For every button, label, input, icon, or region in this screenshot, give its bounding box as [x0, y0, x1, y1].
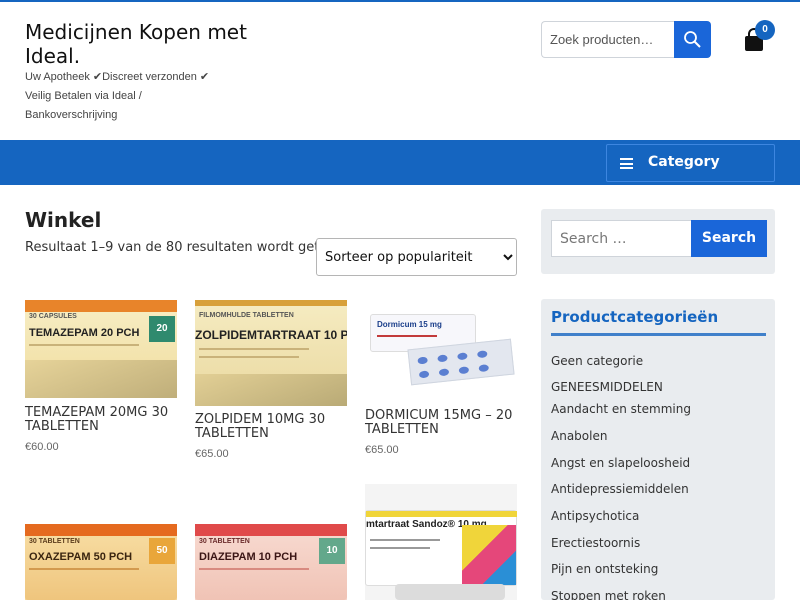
product-title[interactable]: DORMICUM 15MG – 20 TABLETTEN	[365, 409, 515, 437]
product-categories-title: Productcategorieën	[551, 308, 719, 326]
category-link[interactable]: Stoppen met roken	[551, 589, 666, 600]
product-image[interactable]: mtartraat Sandoz® 10 mg	[365, 484, 517, 600]
hamburger-icon	[620, 158, 633, 169]
title-underline	[551, 333, 766, 336]
cart-count-badge: 0	[755, 20, 775, 40]
medicine-box-image: 30 CAPSULES TEMAZEPAM 20 PCH 20	[25, 300, 177, 398]
medicine-box-image: 30 TABLETTEN DIAZEPAM 10 PCH 10	[195, 524, 347, 600]
category-link[interactable]: Anabolen	[551, 429, 607, 443]
box-brand-text: Dormicum 15 mg	[377, 320, 442, 329]
result-count: Resultaat 1–9 van de 80 resultaten wordt…	[25, 240, 352, 255]
box-brand-text: ZOLPIDEMTARTRAAT 10 PCH	[195, 328, 347, 342]
category-link[interactable]: Antidepressiemiddelen	[551, 482, 689, 496]
product-title[interactable]: ZOLPIDEM 10MG 30 TABLETTEN	[195, 413, 345, 441]
orderby-select[interactable]: Sorteer op populariteit	[316, 238, 517, 276]
page-title: Winkel	[25, 208, 102, 232]
sidebar-search-widget: Search	[541, 209, 775, 274]
box-header-text: 30 TABLETTEN	[199, 538, 250, 545]
product-title[interactable]: TEMAZEPAM 20MG 30 TABLETTEN	[25, 406, 195, 434]
product-search-button[interactable]	[674, 21, 711, 58]
box-header-text: FILMOMHULDE TABLETTEN	[199, 312, 294, 319]
box-header-text: 30 CAPSULES	[29, 313, 77, 320]
box-brand-text: OXAZEPAM 50 PCH	[29, 551, 133, 563]
product-image[interactable]: Dormicum 15 mg	[365, 300, 517, 400]
category-link[interactable]: GENEESMIDDELEN	[551, 380, 663, 394]
category-link[interactable]: Antipsychotica	[551, 509, 639, 523]
product-search-input[interactable]	[541, 21, 675, 58]
box-header-text: 30 TABLETTEN	[29, 538, 80, 545]
box-brand-text: DIAZEPAM 10 PCH	[199, 551, 298, 563]
category-link[interactable]: Angst en slapeloosheid	[551, 456, 690, 470]
site-header: Medicijnen Kopen met Ideal. Uw Apotheek …	[0, 2, 800, 140]
search-icon	[684, 31, 701, 48]
medicine-box-image: FILMOMHULDE TABLETTEN ZOLPIDEMTARTRAAT 1…	[195, 300, 347, 406]
product-image[interactable]: 30 TABLETTEN DIAZEPAM 10 PCH 10	[195, 524, 347, 600]
medicine-box-image: 30 TABLETTEN OXAZEPAM 50 PCH 50	[25, 524, 177, 600]
category-menu-label: Category	[648, 154, 720, 170]
main-navigation-bar: Category	[0, 140, 800, 185]
product-price: €65.00	[365, 444, 399, 456]
product-image[interactable]: 30 CAPSULES TEMAZEPAM 20 PCH 20	[25, 300, 177, 398]
box-strength-tag: 50	[149, 538, 175, 564]
product-image[interactable]: FILMOMHULDE TABLETTEN ZOLPIDEMTARTRAAT 1…	[195, 300, 347, 406]
sidebar-search-button[interactable]: Search	[691, 220, 767, 257]
category-link[interactable]: Erectiestoornis	[551, 536, 640, 550]
sidebar-search-input[interactable]	[551, 220, 691, 257]
category-link[interactable]: Geen categorie	[551, 354, 643, 368]
product-categories-widget: Productcategorieën Geen categorie GENEES…	[541, 299, 775, 600]
box-brand-text: TEMAZEPAM 20 PCH	[29, 327, 140, 339]
medicine-box-image: mtartraat Sandoz® 10 mg	[365, 510, 517, 586]
site-title[interactable]: Medicijnen Kopen met Ideal.	[25, 20, 285, 68]
category-link[interactable]: Aandacht en stemming	[551, 402, 691, 416]
box-strength-tag: 10	[319, 538, 345, 564]
category-menu-button[interactable]: Category	[606, 144, 775, 182]
category-link[interactable]: Pijn en ontsteking	[551, 562, 658, 576]
site-tagline: Uw Apotheek ✔Discreet verzonden ✔ Veilig…	[25, 71, 210, 121]
product-search-form	[541, 21, 711, 59]
box-strength-tag: 20	[149, 316, 175, 342]
product-price: €65.00	[195, 448, 229, 460]
product-image[interactable]: 30 TABLETTEN OXAZEPAM 50 PCH 50	[25, 524, 177, 600]
product-price: €60.00	[25, 441, 59, 453]
